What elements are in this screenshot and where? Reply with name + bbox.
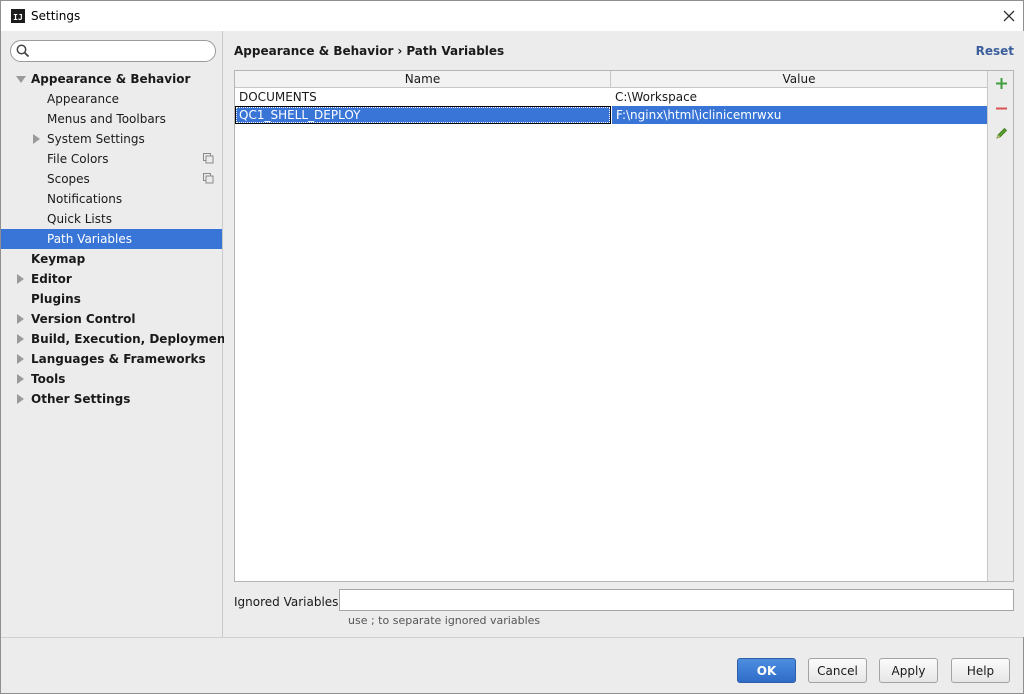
tree-item-label: Notifications	[47, 192, 123, 206]
project-scope-icon	[203, 153, 214, 164]
row-name-cell[interactable]: QC1_SHELL_DEPLOY	[235, 106, 611, 124]
tree-item-version-control[interactable]: Version Control	[1, 309, 222, 329]
path-variables-panel: Name Value DOCUMENTS C:\Workspace QC1_SH…	[234, 70, 1014, 582]
apply-button[interactable]: Apply	[879, 658, 938, 683]
collapse-arrow-icon[interactable]	[17, 394, 24, 404]
tree-item-label: Appearance	[47, 92, 120, 106]
add-variable-button[interactable]	[992, 74, 1010, 92]
remove-variable-button[interactable]	[992, 99, 1010, 117]
settings-content: Appearance & Behavior › Path Variables Res…	[224, 31, 1024, 637]
tree-item-keymap[interactable]: Keymap	[1, 249, 222, 269]
tree-item-build-execution-deployment[interactable]: Build, Execution, Deployment	[1, 329, 231, 349]
ignored-variables-hint: use ; to separate ignored variables	[348, 614, 541, 627]
tree-item-languages-frameworks[interactable]: Languages & Frameworks	[1, 349, 222, 369]
ok-button[interactable]: OK	[737, 658, 796, 683]
tree-item-tools[interactable]: Tools	[1, 369, 222, 389]
tree-item-file-colors[interactable]: File Colors	[1, 149, 222, 169]
title-bar: IJ Settings	[1, 1, 1023, 31]
collapse-arrow-icon[interactable]	[33, 134, 40, 144]
tree-item-quick-lists[interactable]: Quick Lists	[1, 209, 222, 229]
table-row[interactable]: QC1_SHELL_DEPLOY F:\nginx\html\iclinicem…	[235, 106, 987, 124]
window-title: Settings	[31, 9, 81, 23]
column-header-name[interactable]: Name	[235, 71, 611, 88]
tree-item-label: Editor	[31, 272, 72, 286]
tree-item-label: Other Settings	[31, 392, 131, 406]
tree-item-label: Languages & Frameworks	[31, 352, 206, 366]
tree-item-appearance-behavior[interactable]: Appearance & Behavior	[1, 69, 222, 89]
dialog-footer: OK Cancel Apply Help	[1, 637, 1023, 693]
project-scope-icon	[203, 173, 214, 184]
tree-item-label: File Colors	[47, 152, 109, 166]
search-input[interactable]	[33, 43, 211, 59]
edit-variable-button[interactable]	[992, 124, 1010, 142]
settings-sidebar: Appearance & Behavior Appearance Menus a…	[1, 31, 231, 637]
tree-item-label: System Settings	[47, 132, 145, 146]
tree-item-label: Version Control	[31, 312, 136, 326]
ignored-variables-label: Ignored Variables:	[234, 595, 343, 609]
table-toolbar	[987, 71, 1013, 581]
close-button[interactable]	[997, 5, 1021, 27]
reset-link[interactable]: Reset	[976, 44, 1014, 58]
table-header: Name Value	[235, 71, 987, 88]
breadcrumb: Appearance & Behavior › Path Variables	[234, 44, 504, 58]
close-icon	[1003, 10, 1015, 22]
column-header-value[interactable]: Value	[611, 71, 987, 88]
tree-item-scopes[interactable]: Scopes	[1, 169, 222, 189]
collapse-arrow-icon[interactable]	[17, 314, 24, 324]
collapse-arrow-icon[interactable]	[17, 354, 24, 364]
tree-item-label: Appearance & Behavior	[31, 72, 191, 86]
tree-item-label: Tools	[31, 372, 66, 386]
collapse-arrow-icon[interactable]	[17, 374, 24, 384]
plus-icon	[995, 77, 1007, 89]
collapse-arrow-icon[interactable]	[17, 274, 24, 284]
breadcrumb-current: Path Variables	[406, 44, 505, 58]
search-icon	[16, 44, 30, 58]
minus-icon	[995, 107, 1007, 109]
tree-item-label: Plugins	[31, 292, 81, 306]
tree-item-plugins[interactable]: Plugins	[1, 289, 222, 309]
pencil-icon	[995, 127, 1007, 139]
row-value-cell[interactable]: C:\Workspace	[611, 88, 987, 106]
path-variables-table[interactable]: Name Value DOCUMENTS C:\Workspace QC1_SH…	[235, 71, 987, 581]
tree-item-editor[interactable]: Editor	[1, 269, 222, 289]
tree-item-label: Menus and Toolbars	[47, 112, 166, 126]
tree-item-label: Build, Execution, Deployment	[31, 332, 232, 346]
cancel-button[interactable]: Cancel	[808, 658, 867, 683]
settings-search[interactable]	[10, 40, 216, 62]
tree-item-label: Quick Lists	[47, 212, 112, 226]
collapse-arrow-icon[interactable]	[17, 334, 24, 344]
help-button[interactable]: Help	[951, 658, 1010, 683]
tree-item-label: Scopes	[47, 172, 90, 186]
tree-item-label: Path Variables	[47, 232, 133, 246]
tree-item-menus-and-toolbars[interactable]: Menus and Toolbars	[1, 109, 222, 129]
tree-item-system-settings[interactable]: System Settings	[1, 129, 222, 149]
breadcrumb-separator: ›	[397, 44, 403, 58]
ignored-variables-input[interactable]	[339, 589, 1014, 611]
tree-item-path-variables[interactable]: Path Variables	[1, 229, 222, 249]
intellij-app-icon: IJ	[11, 9, 25, 23]
table-row[interactable]: DOCUMENTS C:\Workspace	[235, 88, 987, 106]
breadcrumb-parent: Appearance & Behavior	[234, 44, 394, 58]
tree-item-appearance[interactable]: Appearance	[1, 89, 222, 109]
row-value-cell[interactable]: F:\nginx\html\iclinicemrwxu	[611, 106, 987, 124]
row-name-cell[interactable]: DOCUMENTS	[235, 88, 611, 106]
tree-item-notifications[interactable]: Notifications	[1, 189, 222, 209]
tree-item-other-settings[interactable]: Other Settings	[1, 389, 222, 409]
settings-window: IJ Settings Appearance & Behavior Appear…	[0, 0, 1024, 694]
expand-arrow-icon[interactable]	[16, 76, 26, 83]
settings-tree: Appearance & Behavior Appearance Menus a…	[1, 69, 231, 409]
tree-item-label: Keymap	[31, 252, 86, 266]
